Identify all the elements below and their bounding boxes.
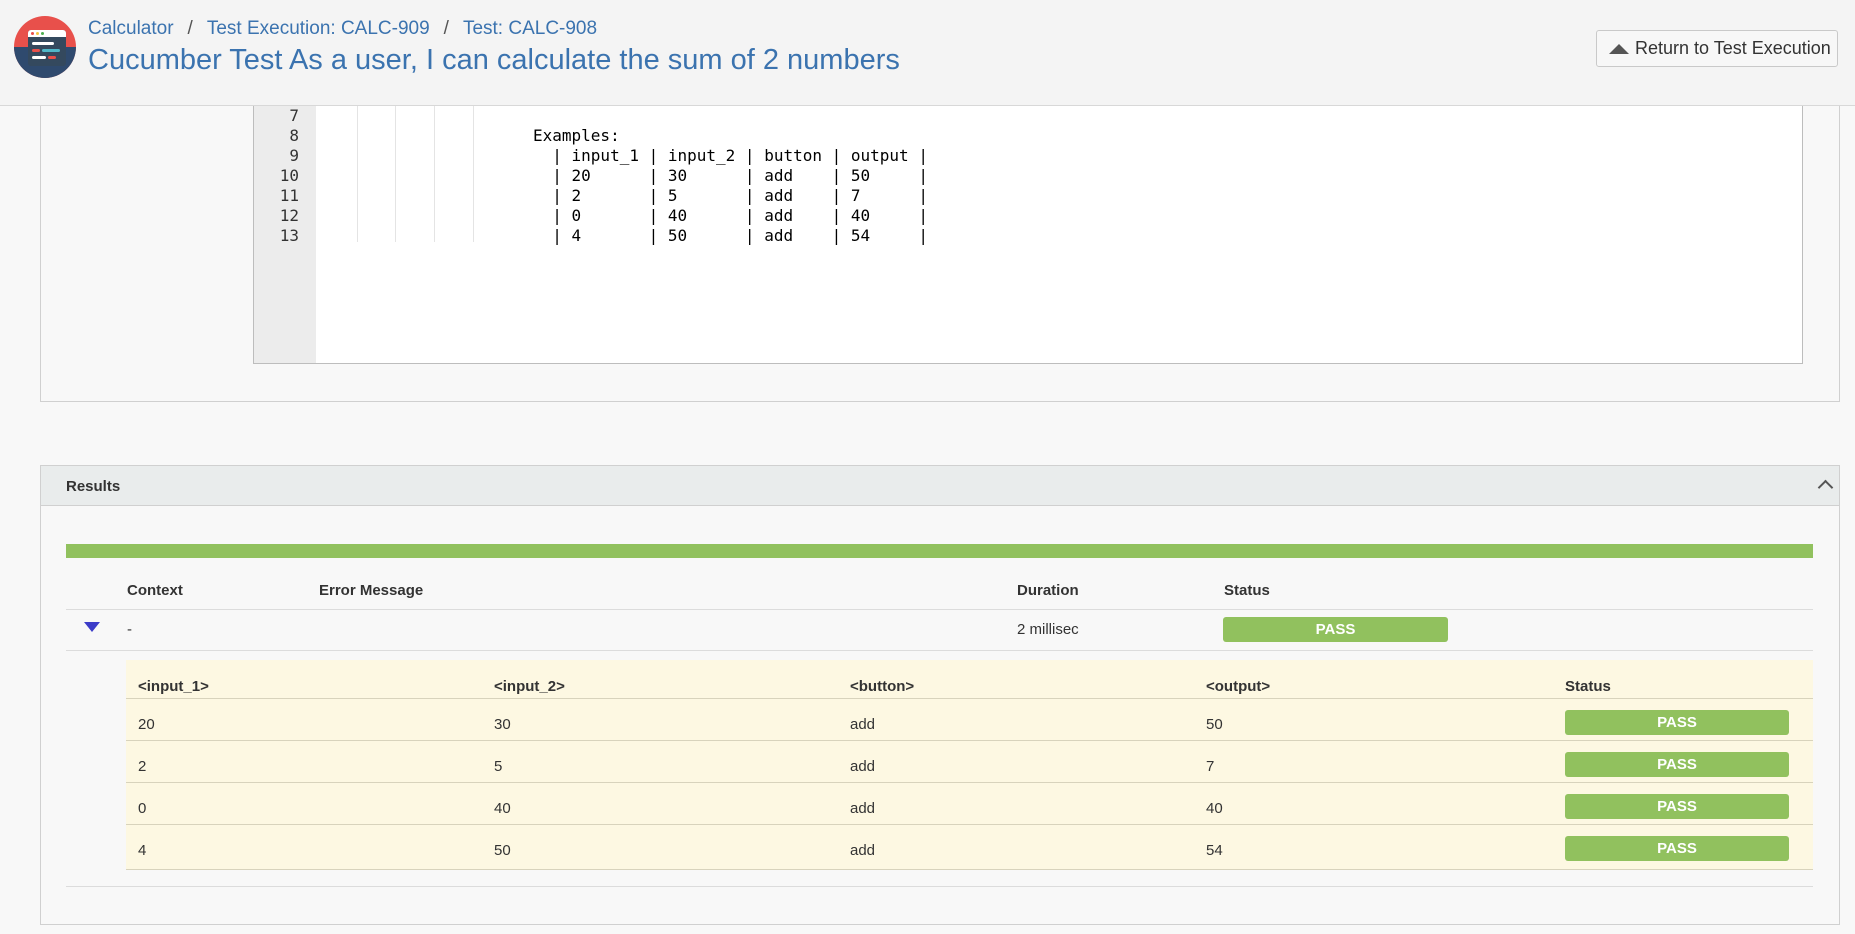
line-number: 7 [289, 106, 299, 125]
breadcrumb-test-execution[interactable]: Test Execution: CALC-909 [207, 18, 430, 39]
example-cell: 20 [138, 716, 155, 733]
example-cell: add [850, 716, 876, 733]
breadcrumb: Calculator / Test Execution: CALC-909 / Test… [88, 18, 597, 40]
breadcrumb-test[interactable]: Test: CALC-908 [463, 18, 597, 39]
line-number: 9 [289, 146, 299, 165]
status-badge: PASS [1565, 752, 1789, 777]
return-button-label: Return to Test Execution [1635, 38, 1831, 58]
results-panel: Results Context Error Message Duration S… [40, 465, 1840, 925]
examples-header-input-2: <input_2> [494, 678, 565, 695]
chevron-up-icon[interactable] [1817, 479, 1834, 496]
column-header-context: Context [127, 582, 183, 599]
results-progress-bar [66, 544, 1813, 558]
code-line: | 4 | 50 | add | 54 | [533, 226, 928, 245]
line-number: 13 [279, 226, 299, 245]
example-cell: 54 [1206, 842, 1223, 859]
app-logo-icon [14, 16, 76, 78]
example-cell: 30 [494, 716, 511, 733]
status-badge: PASS [1565, 710, 1789, 735]
line-number: 12 [279, 206, 299, 225]
page-header: Calculator / Test Execution: CALC-909 / Test… [0, 0, 1855, 106]
triangle-down-icon[interactable] [84, 622, 100, 632]
example-cell: add [850, 842, 876, 859]
example-cell: add [850, 758, 876, 775]
code-line: | 20 | 30 | add | 50 | [533, 166, 928, 185]
line-number: 11 [279, 186, 299, 205]
row-divider [66, 609, 1813, 610]
result-context: - [127, 621, 132, 638]
example-cell: 7 [1206, 758, 1215, 775]
line-number: 10 [279, 166, 299, 185]
breadcrumb-separator: / [443, 18, 449, 39]
example-cell: 2 [138, 758, 147, 775]
result-duration: 2 millisec [1017, 621, 1079, 638]
examples-table: <input_1> <input_2> <button> <output> St… [126, 660, 1813, 870]
status-badge: PASS [1223, 617, 1448, 642]
status-badge: PASS [1565, 836, 1789, 861]
examples-header-status: Status [1565, 678, 1611, 695]
column-header-status: Status [1224, 582, 1270, 599]
example-cell: 50 [494, 842, 511, 859]
code-line: Examples: [533, 126, 620, 145]
breadcrumb-separator: / [187, 18, 193, 39]
example-cell: 5 [494, 758, 503, 775]
examples-header-input-1: <input_1> [138, 678, 209, 695]
line-number: 8 [289, 126, 299, 145]
column-header-error-message: Error Message [319, 582, 424, 599]
examples-header-output: <output> [1206, 678, 1271, 695]
column-header-duration: Duration [1017, 582, 1079, 599]
results-panel-header[interactable]: Results [41, 466, 1839, 506]
row-divider [66, 650, 1813, 651]
triangle-up-icon [1609, 43, 1629, 54]
examples-header-button: <button> [850, 678, 915, 695]
example-cell: add [850, 800, 876, 817]
code-viewer[interactable]: 7 8 9 10 11 12 13 Examples: | input_1 | … [253, 106, 1803, 364]
example-cell: 4 [138, 842, 147, 859]
example-cell: 50 [1206, 716, 1223, 733]
example-cell: 0 [138, 800, 147, 817]
return-to-test-execution-button[interactable]: Return to Test Execution [1596, 30, 1838, 67]
code-line: | input_1 | input_2 | button | output | [533, 146, 928, 165]
results-title: Results [66, 478, 121, 495]
breadcrumb-calculator[interactable]: Calculator [88, 18, 174, 39]
status-badge: PASS [1565, 794, 1789, 819]
example-cell: 40 [1206, 800, 1223, 817]
row-divider [66, 886, 1813, 887]
example-cell: 40 [494, 800, 511, 817]
page-title: Cucumber Test As a user, I can calculate… [88, 44, 900, 76]
code-line: | 0 | 40 | add | 40 | [533, 206, 928, 225]
code-line: | 2 | 5 | add | 7 | [533, 186, 928, 205]
